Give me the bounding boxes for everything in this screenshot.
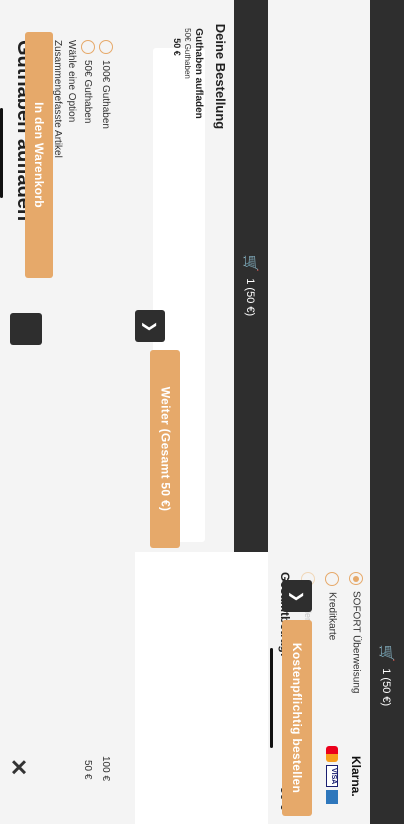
- option-50-label: 50€ Guthaben: [82, 60, 94, 124]
- close-icon[interactable]: ✕: [5, 758, 31, 776]
- home-indicator: [0, 108, 3, 198]
- item-price-wrap: 50 €: [172, 22, 182, 72]
- summary-label: Zusammengefasste Artikel: [52, 40, 63, 158]
- cart-header-label: 1 (50 €): [245, 277, 258, 316]
- place-order-button[interactable]: Kostenpflichtig bestellen: [282, 620, 312, 816]
- option-100-price: 100 €: [100, 756, 111, 782]
- radio-kreditkarte[interactable]: [325, 572, 339, 586]
- chevron-up-icon: ❯: [142, 320, 159, 332]
- order-back-button[interactable]: ❯: [135, 310, 165, 342]
- add-to-cart-button[interactable]: In den Warenkorb: [25, 32, 53, 278]
- payment-option-kreditkarte[interactable]: Kreditkarte: [324, 572, 340, 652]
- radio-option-100[interactable]: [99, 40, 113, 54]
- mastercard-icon: [326, 746, 338, 762]
- checkout-cart-header[interactable]: 🛒 1 (50 €): [376, 630, 398, 720]
- item-title-wrap: Guthaben aufladen: [192, 10, 204, 136]
- order-title: Deine Bestellung: [213, 23, 229, 129]
- item-title: Guthaben aufladen: [192, 27, 204, 119]
- add-to-cart-label: In den Warenkorb: [32, 102, 47, 208]
- checkout-cart-label: 1 (50 €): [381, 667, 394, 706]
- option-sheet-rotated: Guthaben aufladen ✕ Zusammengefasste Art…: [0, 0, 135, 824]
- option-100[interactable]: 100€ Guthaben: [99, 40, 113, 129]
- option-50[interactable]: 50€ Guthaben: [81, 40, 95, 123]
- item-price: 50 €: [172, 38, 182, 56]
- card-logos: VISA: [324, 746, 340, 810]
- option-50-price: 50 €: [82, 760, 93, 780]
- place-order-label: Kostenpflichtig bestellen: [290, 642, 304, 794]
- cart-header[interactable]: 🛒 1 (50 €): [240, 240, 262, 330]
- sofort-label: SOFORT Überweisung: [350, 591, 362, 694]
- option-100-label: 100€ Guthaben: [100, 60, 112, 129]
- cart-icon: 🛒: [243, 254, 260, 272]
- item-sub: 50€ Guthaben: [182, 27, 192, 79]
- kreditkarte-label: Kreditkarte: [326, 592, 338, 641]
- radio-option-50[interactable]: [81, 40, 95, 54]
- klarna-logo: Klarna.: [349, 755, 363, 797]
- checkout-back-button[interactable]: ❯: [282, 580, 312, 612]
- radio-sofort[interactable]: [349, 572, 363, 585]
- visa-icon: VISA: [326, 765, 338, 787]
- chevron-up-icon: ❯: [289, 590, 306, 602]
- cart-icon: 🛒: [379, 644, 396, 662]
- order-title-wrap: Deine Bestellung: [211, 6, 231, 146]
- next-button-label: Weiter (Gesamt 50 €): [158, 386, 172, 512]
- payment-option-sofort[interactable]: SOFORT Überweisung: [348, 572, 364, 693]
- item-sub-wrap: 50€ Guthaben: [181, 0, 193, 108]
- option-sheet-panel: Guthaben aufladen ✕ Zusammengefasste Art…: [0, 0, 135, 824]
- amex-icon: [326, 790, 338, 804]
- choose-label: Wähle eine Option: [66, 40, 77, 123]
- next-button[interactable]: Weiter (Gesamt 50 €): [150, 350, 180, 548]
- home-indicator: [270, 648, 273, 748]
